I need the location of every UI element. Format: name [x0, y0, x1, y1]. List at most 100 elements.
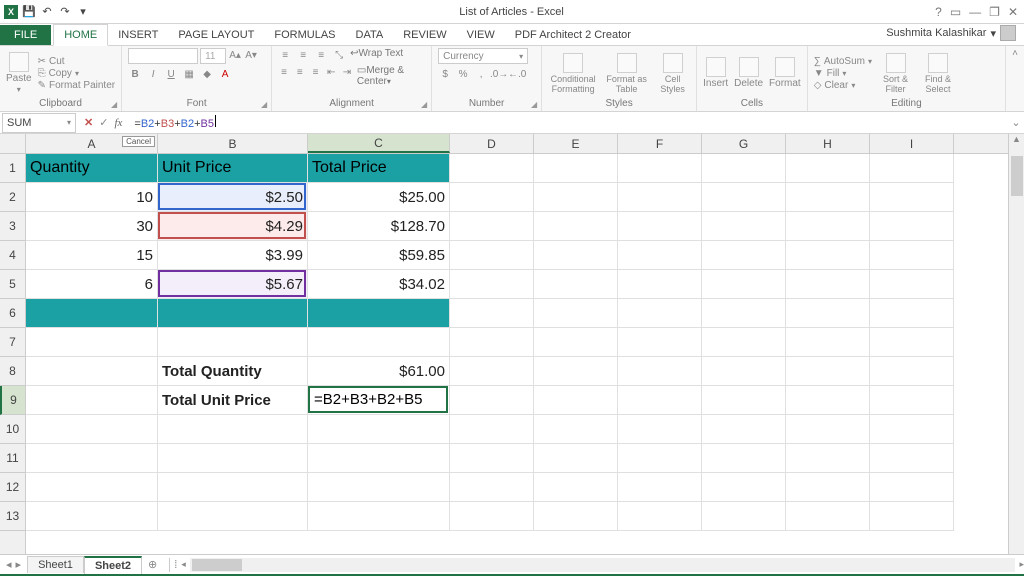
- insert-function-icon[interactable]: fx: [114, 117, 122, 129]
- undo-icon[interactable]: ↶: [40, 5, 54, 19]
- tab-insert[interactable]: INSERT: [108, 25, 168, 45]
- cell[interactable]: [534, 328, 618, 357]
- help-icon[interactable]: ?: [935, 5, 942, 19]
- cell[interactable]: $3.99: [158, 241, 308, 270]
- cell[interactable]: [450, 183, 534, 212]
- qat-dropdown-icon[interactable]: ▾: [76, 5, 90, 19]
- tab-file[interactable]: FILE: [0, 25, 51, 45]
- cell[interactable]: [26, 386, 158, 415]
- sheet-nav-next-icon[interactable]: ▸: [16, 558, 22, 571]
- cell[interactable]: [158, 299, 308, 328]
- cell[interactable]: [308, 299, 450, 328]
- collapse-ribbon-icon[interactable]: ˄: [1006, 46, 1024, 111]
- col-header[interactable]: ACancel: [26, 134, 158, 153]
- italic-button[interactable]: I: [146, 67, 160, 81]
- scroll-thumb[interactable]: [1011, 156, 1023, 196]
- cell[interactable]: 30: [26, 212, 158, 241]
- tab-pdf-architect[interactable]: PDF Architect 2 Creator: [505, 25, 641, 45]
- fill-button[interactable]: ▼Fill▾: [814, 68, 872, 79]
- cell[interactable]: $61.00: [308, 357, 450, 386]
- align-bottom-icon[interactable]: ≡: [314, 48, 328, 62]
- enter-formula-icon[interactable]: ✓: [99, 116, 108, 129]
- cell[interactable]: [618, 502, 702, 531]
- cell[interactable]: [618, 241, 702, 270]
- cell[interactable]: [618, 357, 702, 386]
- autosum-button[interactable]: ∑AutoSum▾: [814, 56, 872, 67]
- cell[interactable]: [702, 328, 786, 357]
- row-header[interactable]: 6: [0, 299, 25, 328]
- cell[interactable]: [26, 415, 158, 444]
- cell[interactable]: [618, 444, 702, 473]
- dialog-launcher-icon[interactable]: ◢: [111, 100, 117, 109]
- select-all-corner[interactable]: [0, 134, 25, 154]
- cell[interactable]: [308, 502, 450, 531]
- tab-review[interactable]: REVIEW: [393, 25, 456, 45]
- cell[interactable]: [450, 328, 534, 357]
- cell[interactable]: [534, 444, 618, 473]
- cell[interactable]: [870, 299, 954, 328]
- cell[interactable]: $59.85: [308, 241, 450, 270]
- cell[interactable]: [786, 212, 870, 241]
- cell[interactable]: [534, 154, 618, 183]
- conditional-formatting-button[interactable]: Conditional Formatting: [548, 53, 598, 94]
- row-header[interactable]: 11: [0, 444, 25, 473]
- col-header[interactable]: F: [618, 134, 702, 153]
- minimize-icon[interactable]: —: [969, 5, 981, 19]
- tab-view[interactable]: VIEW: [457, 25, 505, 45]
- tab-page-layout[interactable]: PAGE LAYOUT: [168, 25, 264, 45]
- cell[interactable]: [870, 270, 954, 299]
- hscroll-left-icon[interactable]: ◂: [181, 559, 186, 570]
- col-header[interactable]: D: [450, 134, 534, 153]
- merge-center-button[interactable]: ▭Merge & Center▾: [357, 65, 425, 87]
- close-icon[interactable]: ✕: [1008, 5, 1018, 19]
- col-header[interactable]: G: [702, 134, 786, 153]
- cut-button[interactable]: ✂Cut: [38, 56, 116, 67]
- format-as-table-button[interactable]: Format as Table: [604, 53, 649, 94]
- cell[interactable]: [702, 502, 786, 531]
- cell[interactable]: [786, 241, 870, 270]
- cell[interactable]: [26, 473, 158, 502]
- cell[interactable]: [534, 212, 618, 241]
- row-header[interactable]: 7: [0, 328, 25, 357]
- cell[interactable]: [618, 183, 702, 212]
- cell[interactable]: [450, 357, 534, 386]
- horizontal-scrollbar[interactable]: [190, 558, 1016, 572]
- bold-button[interactable]: B: [128, 67, 142, 81]
- new-sheet-icon[interactable]: ⊕: [142, 558, 163, 571]
- cell[interactable]: [618, 386, 702, 415]
- cancel-formula-icon[interactable]: ✕: [84, 116, 93, 129]
- cell[interactable]: [786, 386, 870, 415]
- cell[interactable]: [870, 183, 954, 212]
- cell[interactable]: $34.02: [308, 270, 450, 299]
- cell[interactable]: [534, 183, 618, 212]
- cell[interactable]: [450, 473, 534, 502]
- redo-icon[interactable]: ↷: [58, 5, 72, 19]
- cell[interactable]: $25.00: [308, 183, 450, 212]
- font-name-combo[interactable]: [128, 48, 198, 64]
- cell[interactable]: [786, 415, 870, 444]
- border-button[interactable]: ▦: [182, 67, 196, 81]
- cell[interactable]: [450, 415, 534, 444]
- cell[interactable]: 10: [26, 183, 158, 212]
- cell[interactable]: [870, 212, 954, 241]
- font-size-combo[interactable]: 11: [200, 48, 226, 64]
- col-header[interactable]: C: [308, 134, 450, 153]
- cell[interactable]: [450, 270, 534, 299]
- scroll-up-icon[interactable]: ▲: [1009, 134, 1024, 144]
- cell[interactable]: [158, 502, 308, 531]
- cell[interactable]: [702, 241, 786, 270]
- col-header[interactable]: I: [870, 134, 954, 153]
- cell[interactable]: [534, 270, 618, 299]
- row-header[interactable]: 5: [0, 270, 25, 299]
- cell[interactable]: [702, 473, 786, 502]
- align-top-icon[interactable]: ≡: [278, 48, 292, 62]
- dialog-launcher-icon[interactable]: ◢: [261, 100, 267, 109]
- cell[interactable]: [702, 444, 786, 473]
- cell[interactable]: [450, 241, 534, 270]
- cell[interactable]: [450, 444, 534, 473]
- number-format-combo[interactable]: Currency▾: [438, 48, 528, 64]
- cell[interactable]: [786, 444, 870, 473]
- cell[interactable]: [870, 502, 954, 531]
- cell[interactable]: [870, 386, 954, 415]
- cell[interactable]: [786, 299, 870, 328]
